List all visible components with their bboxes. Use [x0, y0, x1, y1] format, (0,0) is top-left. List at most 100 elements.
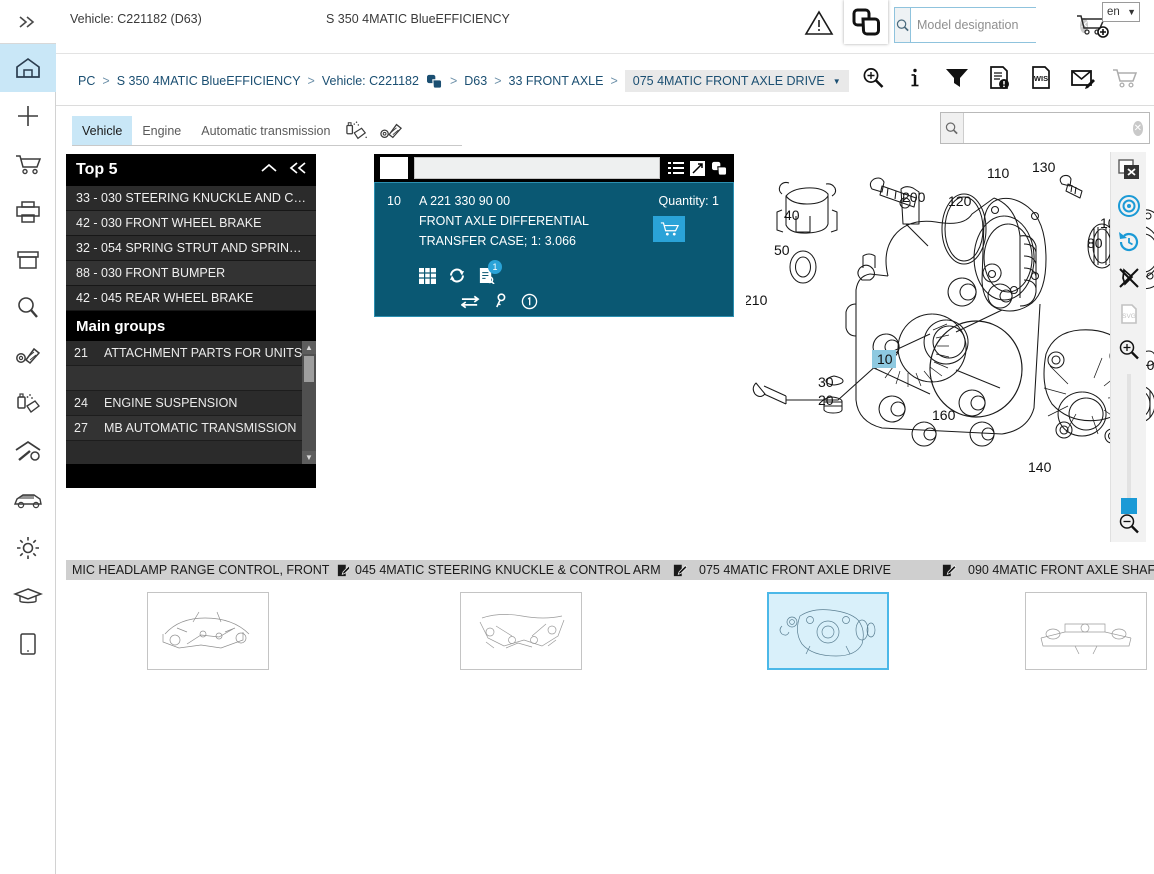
- warning-button[interactable]: [804, 9, 834, 42]
- copy-card-button[interactable]: [711, 161, 728, 176]
- thumbnail-image-2[interactable]: [766, 592, 889, 670]
- wis-document-button[interactable]: WIS: [1028, 62, 1054, 94]
- sidebar-item-vehicle[interactable]: [0, 476, 56, 524]
- breadcrumb-item-1[interactable]: S 350 4MATIC BlueEFFICIENCY: [117, 74, 301, 88]
- tab-bar: Vehicle Engine Automatic transmission ✕: [56, 106, 1154, 146]
- zoom-slider[interactable]: [1111, 368, 1147, 514]
- top5-item-3[interactable]: 88 - 030 FRONT BUMPER: [66, 261, 316, 286]
- zoom-slider-handle[interactable]: [1120, 498, 1137, 514]
- filter-button[interactable]: [944, 62, 970, 94]
- thumbnail-image-1[interactable]: [460, 592, 582, 670]
- sidebar-item-settings[interactable]: [0, 524, 56, 572]
- thumbnail-group-1[interactable]: 045 4MATIC STEERING KNUCKLE & CONTROL AR…: [349, 560, 693, 670]
- document-search-button[interactable]: 1: [478, 260, 502, 284]
- thumbnail-image-3[interactable]: [1025, 592, 1147, 670]
- tab-vehicle[interactable]: Vehicle: [72, 116, 133, 146]
- part-search-box[interactable]: ✕: [940, 112, 1150, 144]
- refresh-button[interactable]: [448, 267, 466, 284]
- top5-item-4[interactable]: 42 - 045 REAR WHEEL BRAKE: [66, 286, 316, 311]
- email-edit-button[interactable]: [1070, 62, 1096, 94]
- thumbnail-label-2[interactable]: 075 4MATIC FRONT AXLE DRIVE: [693, 560, 962, 580]
- sidebar-item-device[interactable]: [0, 620, 56, 668]
- part-position-box[interactable]: [380, 157, 408, 179]
- edit-pencil-icon[interactable]: [665, 563, 687, 577]
- zoom-search-button[interactable]: [860, 62, 886, 94]
- thumbnail-group-0[interactable]: MIC HEADLAMP RANGE CONTROL, FRONT: [66, 560, 349, 670]
- main-group-row[interactable]: 24 ENGINE SUSPENSION: [66, 391, 316, 416]
- thumbnail-label-0[interactable]: MIC HEADLAMP RANGE CONTROL, FRONT: [66, 560, 349, 580]
- exchange-arrows-button[interactable]: [461, 294, 480, 310]
- breadcrumb-item-4[interactable]: 33 FRONT AXLE: [509, 74, 604, 88]
- main-group-row[interactable]: 21 ATTACHMENT PARTS FOR UNITS: [66, 341, 316, 366]
- expand-sidebar-button[interactable]: [0, 0, 56, 44]
- tab-engine[interactable]: Engine: [132, 116, 191, 146]
- sidebar-item-home[interactable]: [0, 44, 56, 92]
- part-quantity-label: Quantity: 1: [658, 194, 719, 208]
- sidebar-item-print[interactable]: [0, 188, 56, 236]
- cart-button[interactable]: [1112, 62, 1138, 94]
- sidebar-item-paint[interactable]: [0, 380, 56, 428]
- top5-collapse-button[interactable]: [260, 161, 278, 180]
- sidebar-item-parts[interactable]: [0, 332, 56, 380]
- scroll-down-arrow-icon[interactable]: ▼: [302, 451, 316, 464]
- panel-collapse-all-button[interactable]: [288, 161, 308, 180]
- edit-pencil-icon[interactable]: [934, 563, 956, 577]
- breadcrumb-item-3[interactable]: D63: [464, 74, 487, 88]
- tab-parts-button[interactable]: [374, 116, 408, 146]
- info-button[interactable]: [902, 62, 928, 94]
- breadcrumb-item-2[interactable]: Vehicle: C221182: [322, 74, 419, 88]
- thumbnail-image-0[interactable]: [146, 592, 269, 670]
- list-view-button[interactable]: [668, 161, 684, 175]
- clear-part-search-icon[interactable]: ✕: [1132, 120, 1143, 136]
- language-selector[interactable]: en ▼: [1102, 2, 1140, 22]
- sidebar-item-cart[interactable]: [0, 140, 56, 188]
- sidebar-item-search[interactable]: [0, 284, 56, 332]
- svg-export-button[interactable]: SVG: [1111, 296, 1147, 332]
- tab-automatic-transmission[interactable]: Automatic transmission: [191, 116, 340, 146]
- main-group-row[interactable]: [66, 366, 316, 391]
- main-group-number: 27: [74, 421, 88, 435]
- document-alert-button[interactable]: [986, 62, 1012, 94]
- part-filter-field[interactable]: [414, 157, 660, 179]
- top5-item-1[interactable]: 42 - 030 FRONT WHEEL BRAKE: [66, 211, 316, 236]
- main-groups-scrollbar[interactable]: ▲ ▼: [302, 341, 316, 464]
- technical-drawing[interactable]: 40 50 210 200 120 110 130 80 90 100 30 2…: [746, 154, 1154, 524]
- part-add-to-cart-button[interactable]: [653, 216, 685, 242]
- circle-one-button[interactable]: [521, 293, 538, 310]
- thumbnail-group-2[interactable]: 075 4MATIC FRONT AXLE DRIVE: [693, 560, 962, 670]
- scrollbar-thumb[interactable]: [304, 356, 314, 382]
- zoom-in-button[interactable]: [1111, 332, 1147, 368]
- main-group-row[interactable]: 27 MB AUTOMATIC TRANSMISSION: [66, 416, 316, 441]
- model-search-button[interactable]: [895, 8, 911, 42]
- part-search-button[interactable]: [941, 113, 964, 143]
- top5-item-0[interactable]: 33 - 030 STEERING KNUCKLE AND CO...: [66, 186, 316, 211]
- top5-item-2[interactable]: 32 - 054 SPRING STRUT AND SPRING ...: [66, 236, 316, 261]
- breadcrumb-item-0[interactable]: PC: [78, 74, 95, 88]
- key-icon: [496, 293, 506, 308]
- close-image-button[interactable]: [1111, 152, 1147, 188]
- unpin-button[interactable]: [1111, 260, 1147, 296]
- thumbnail-group-3[interactable]: 090 4MATIC FRONT AXLE SHAFT: [962, 560, 1154, 670]
- breadcrumb-copy-icon[interactable]: [426, 74, 443, 89]
- tab-paint-button[interactable]: [340, 116, 374, 146]
- breadcrumb-dropdown-current[interactable]: 075 4MATIC FRONT AXLE DRIVE ▼: [624, 70, 849, 92]
- sidebar-item-add[interactable]: [0, 92, 56, 140]
- table-grid-button[interactable]: [419, 267, 436, 284]
- model-search-box[interactable]: ✕: [894, 7, 1089, 43]
- key-button[interactable]: [494, 293, 507, 310]
- sidebar-item-archive[interactable]: [0, 236, 56, 284]
- thumbnail-label-1[interactable]: 045 4MATIC STEERING KNUCKLE & CONTROL AR…: [349, 560, 693, 580]
- part-search-input[interactable]: [963, 113, 1133, 143]
- expand-view-button[interactable]: [690, 160, 705, 176]
- part-card-body[interactable]: 10 A 221 330 90 00 FRONT AXLE DIFFERENTI…: [374, 182, 734, 317]
- sidebar-item-repair[interactable]: [0, 428, 56, 476]
- main-group-row[interactable]: [66, 441, 316, 464]
- scroll-up-arrow-icon[interactable]: ▲: [302, 341, 316, 354]
- center-target-button[interactable]: [1111, 188, 1147, 224]
- thumbnail-label-3[interactable]: 090 4MATIC FRONT AXLE SHAFT: [962, 560, 1154, 580]
- copy-window-button[interactable]: [844, 0, 888, 44]
- sidebar-item-training[interactable]: [0, 572, 56, 620]
- reset-history-button[interactable]: [1111, 224, 1147, 260]
- edit-pencil-icon[interactable]: [329, 563, 349, 577]
- model-search-input[interactable]: [911, 8, 1080, 42]
